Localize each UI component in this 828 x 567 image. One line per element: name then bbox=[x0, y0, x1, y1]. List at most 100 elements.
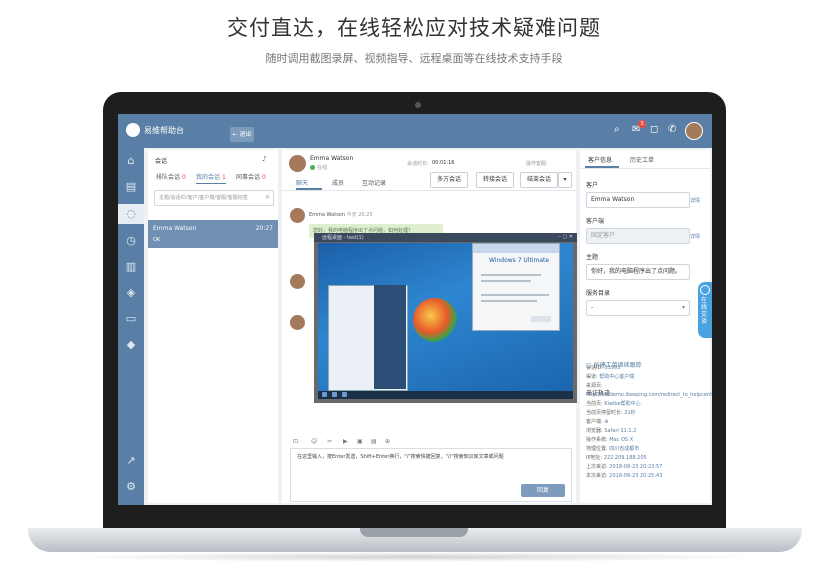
about-dialog-title: Windows 7 Ultimate bbox=[489, 257, 550, 264]
about-windows-dialog[interactable]: Windows 7 Ultimate bbox=[472, 243, 560, 331]
taskbar-app-icon[interactable] bbox=[342, 392, 347, 397]
session-item[interactable]: Emma Watson 20:27 OK bbox=[148, 220, 278, 248]
tab-mine-label: 我的会话 bbox=[196, 174, 221, 181]
visit-info-value: 222.209.188.205 bbox=[603, 455, 647, 461]
search-icon[interactable]: ⌕ bbox=[614, 124, 620, 135]
visit-info-row: 本次来访: 2018-08-23 20:25:43 bbox=[586, 472, 662, 479]
video-icon[interactable]: ▶ bbox=[343, 438, 348, 445]
emoji-icon[interactable]: ☺ bbox=[311, 438, 317, 445]
client-field[interactable]: 固定客户 bbox=[586, 228, 690, 244]
multi-party-button[interactable]: 多方会话 bbox=[430, 172, 468, 188]
message-avatar bbox=[290, 315, 305, 330]
visit-info-label: 当前页: bbox=[586, 401, 603, 407]
visit-info-value: ⊕ bbox=[604, 419, 609, 425]
laptop-camera bbox=[415, 102, 421, 108]
visit-info-value: http://kiwdemo.ibeeping.com/redirect_to_… bbox=[586, 392, 712, 398]
image-icon[interactable]: ▣ bbox=[357, 438, 363, 445]
sessions-panel: 会话 ♪ 排队会话 0 我的会话 1 同事会话 0 主题/会话ID/客户/客户端… bbox=[148, 150, 278, 503]
tab-colleague[interactable]: 同事会话 0 bbox=[236, 172, 266, 181]
customer-field[interactable]: Emma Watson bbox=[586, 192, 690, 208]
message-sender: Emma Watson 今天 20:25 bbox=[309, 211, 373, 218]
file-icon[interactable]: ▤ bbox=[371, 438, 377, 445]
remote-desktop-screen[interactable]: Windows 7 Ultimate bbox=[318, 243, 573, 399]
tab-customer-info[interactable]: 客户信息 bbox=[588, 155, 612, 164]
visit-info-label: 渠道: bbox=[586, 374, 598, 380]
chat-divider bbox=[282, 190, 576, 191]
visit-info-label: 地理位置: bbox=[586, 446, 608, 452]
ticket-icon[interactable]: ▤ bbox=[118, 180, 144, 193]
service-value: - bbox=[591, 304, 594, 311]
about-text-line bbox=[481, 280, 531, 282]
message-sender-name: Emma Watson bbox=[309, 212, 346, 218]
app-title: 易维帮助台 bbox=[144, 126, 184, 135]
start-menu-right[interactable] bbox=[374, 285, 406, 389]
chat-panel: Emma Watson 在线 会话时长: 00:01:16 操作客服: 聊天 成… bbox=[282, 150, 577, 503]
window-controls-icon[interactable]: – ▢ ✕ bbox=[558, 234, 573, 240]
taskbar-app-icon[interactable] bbox=[332, 392, 337, 397]
visit-info-value: 2018-08-23 20:23:57 bbox=[609, 464, 663, 470]
composer-input[interactable]: 在这里输入，按Enter发送，Shift+Enter换行，"/"搜索快捷回复，"… bbox=[297, 453, 565, 460]
message-composer[interactable]: ⊡ ☺ ✂ ▶ ▣ ▤ ⊕ 在这里输入，按Enter发送，Shift+Enter… bbox=[290, 438, 572, 502]
about-text-line bbox=[481, 300, 537, 302]
contact-icon[interactable]: ◆ bbox=[118, 338, 144, 351]
phone-icon[interactable]: ✆ bbox=[668, 124, 676, 135]
online-chat-tab[interactable]: 在线交谈 bbox=[698, 282, 712, 338]
remote-desktop-window[interactable]: 远程桌面 - test(1) – ▢ ✕ Windows 7 Ultimate bbox=[314, 233, 577, 403]
visit-info-row: 来源页: http://kiwdemo.ibeeping.com/redirec… bbox=[586, 382, 712, 400]
visit-info-label: 上次来访: bbox=[586, 464, 608, 470]
exit-button[interactable]: ← 退出 bbox=[230, 127, 254, 142]
message-time: 今天 20:25 bbox=[346, 212, 373, 218]
tab-chat[interactable]: 聊天 bbox=[296, 178, 308, 187]
session-name: Emma Watson bbox=[153, 225, 197, 232]
settings-icon[interactable]: ⚙ bbox=[118, 480, 144, 493]
remote-desktop-title: 远程桌面 - test(1) bbox=[322, 235, 364, 241]
report-icon[interactable]: ↗ bbox=[118, 454, 144, 467]
tab-history-tickets[interactable]: 历史工单 bbox=[630, 155, 654, 164]
bell-icon[interactable]: ♪ bbox=[262, 155, 266, 163]
monitor-icon[interactable]: ▭ bbox=[118, 312, 144, 325]
more-dropdown[interactable]: ▾ bbox=[558, 172, 572, 188]
home-icon[interactable]: ⌂ bbox=[118, 154, 144, 167]
org-icon[interactable]: ▥ bbox=[118, 260, 144, 273]
remote-icon[interactable]: ⊕ bbox=[385, 438, 390, 445]
hero-subtitle: 随时调用截图录屏、视频指导、远程桌面等在线技术支持手段 bbox=[265, 52, 563, 65]
visit-info-row: 浏览器: Safari 11.1.2 bbox=[586, 427, 636, 434]
service-label: 服务目录 bbox=[586, 290, 611, 297]
tab-queue[interactable]: 排队会话 0 bbox=[156, 172, 186, 181]
client-detail-link[interactable]: 详情 bbox=[690, 233, 700, 240]
layers-icon[interactable]: ◈ bbox=[118, 286, 144, 299]
tab-members[interactable]: 成员 bbox=[332, 178, 344, 187]
search-icon[interactable]: ⌕ bbox=[266, 192, 270, 202]
chat-nav-icon[interactable]: ◌ bbox=[118, 204, 144, 224]
tab-mine[interactable]: 我的会话 1 bbox=[196, 172, 226, 184]
session-time: 20:27 bbox=[255, 225, 273, 232]
clock-icon[interactable]: ◷ bbox=[118, 234, 144, 247]
tab-history[interactable]: 互动记录 bbox=[362, 178, 386, 187]
notification-badge: 3 bbox=[638, 120, 646, 128]
user-avatar[interactable] bbox=[685, 122, 703, 140]
subject-field[interactable]: 你好，我的电脑程序出了点问题。 bbox=[586, 264, 690, 280]
sessions-title: 会话 bbox=[155, 158, 168, 165]
customer-detail-link[interactable]: 详情 bbox=[690, 197, 700, 204]
customer-label: 客户 bbox=[586, 182, 599, 189]
chat-icon[interactable]: ◻ bbox=[650, 124, 658, 135]
scissors-icon[interactable]: ✂ bbox=[327, 438, 332, 445]
remote-taskbar bbox=[318, 391, 573, 399]
end-session-button[interactable]: 结束会话 bbox=[520, 172, 558, 188]
about-ok-button[interactable] bbox=[531, 316, 551, 322]
lock-icon[interactable]: ⊡ bbox=[293, 438, 298, 445]
start-button-icon[interactable] bbox=[322, 392, 327, 397]
app-logo bbox=[126, 123, 140, 137]
right-divider bbox=[580, 168, 710, 169]
visit-info-row: 当前页: Kiwibe帮助中心 bbox=[586, 400, 641, 407]
service-select[interactable]: - ▾ bbox=[586, 300, 690, 316]
reply-button[interactable]: 回复 bbox=[521, 484, 565, 497]
session-search-input[interactable]: 主题/会话ID/客户/客户端/客服/客服标签 ⌕ bbox=[154, 190, 274, 206]
transfer-button[interactable]: 转接会话 bbox=[476, 172, 514, 188]
about-dialog-titlebar bbox=[473, 244, 559, 253]
visit-info-row: 当前页停留时长: 21秒 bbox=[586, 409, 636, 416]
visit-info-row: 操作系统: Mac OS X bbox=[586, 436, 633, 443]
app-screen: 易维帮助台 ← 退出 ⌕ ✉ 3 ◻ ✆ ⌂ ▤ ◌ ◷ ▥ ◈ ▭ ◆ ↗ ⚙… bbox=[118, 114, 712, 505]
tab-queue-label: 排队会话 bbox=[156, 174, 181, 181]
search-placeholder: 主题/会话ID/客户/客户端/客服/客服标签 bbox=[159, 195, 248, 201]
